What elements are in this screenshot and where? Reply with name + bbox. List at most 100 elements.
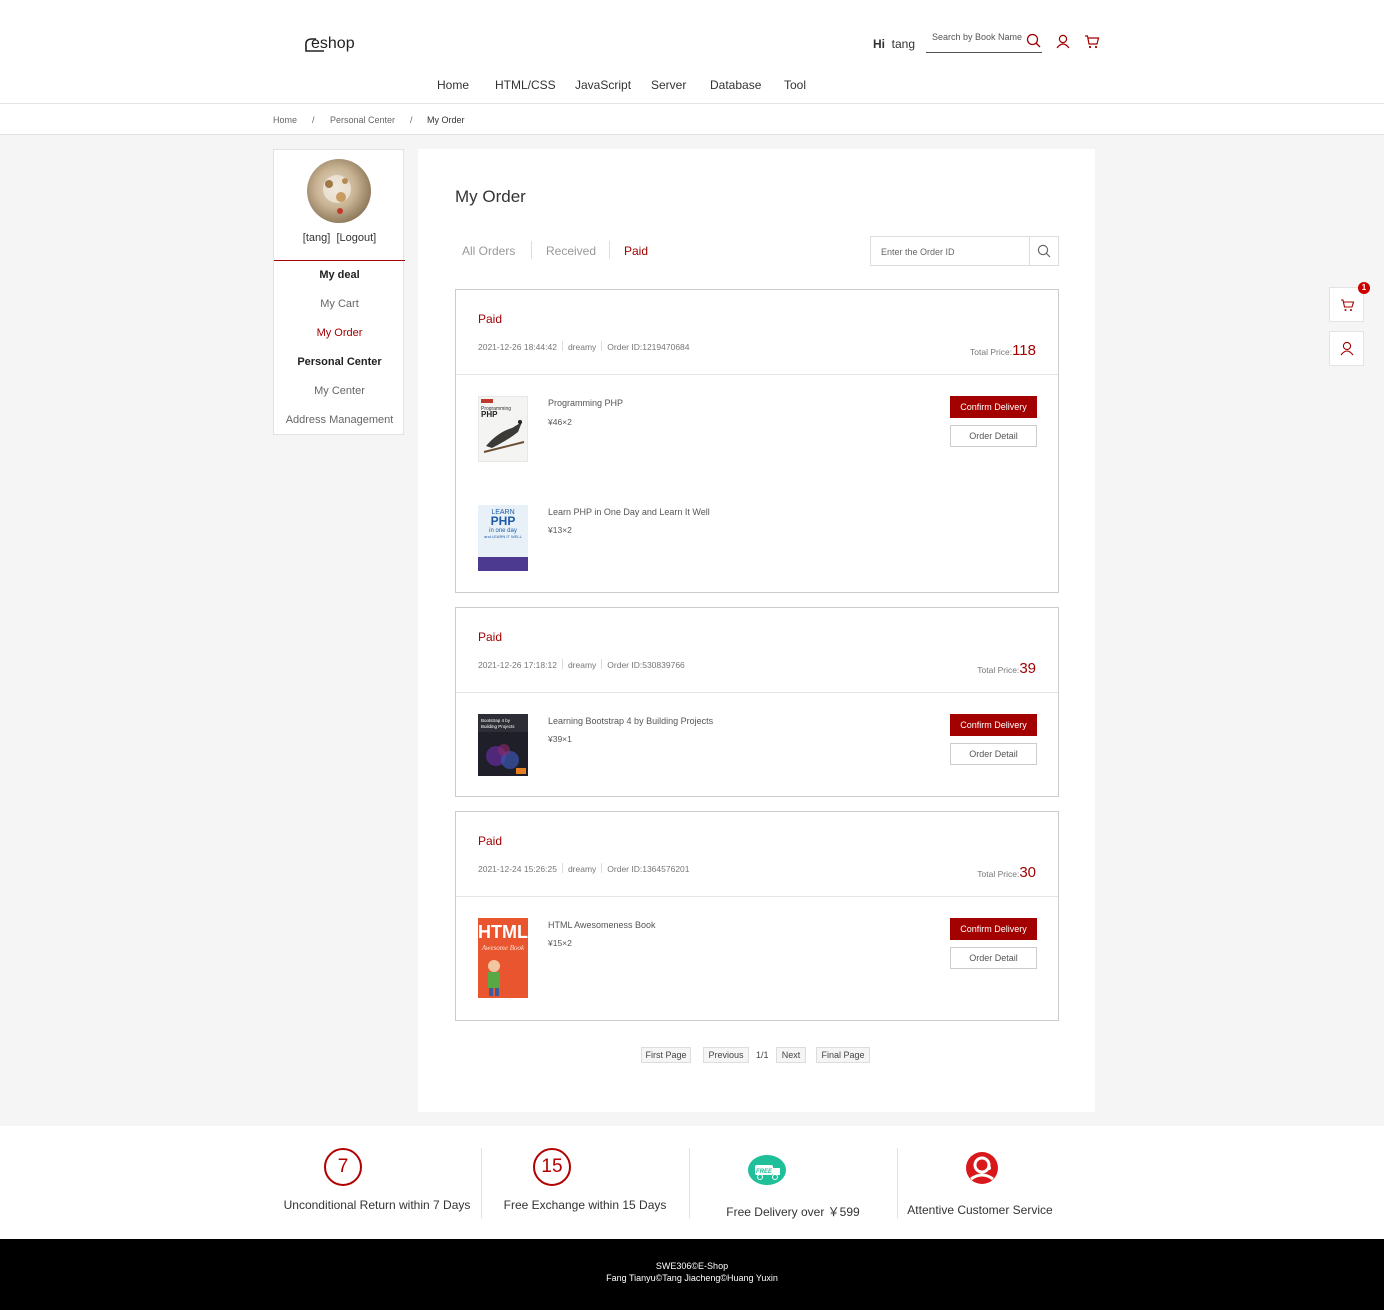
- account-sidebar: [tang] [Logout] My deal My Cart My Order…: [273, 149, 405, 435]
- site-footer: SWE306©E-Shop Fang Tianyu©Tang Jiacheng©…: [0, 1239, 1384, 1310]
- book-search-placeholder: Search by Book Name: [932, 32, 1023, 42]
- book-cover[interactable]: Bootstrap 4 by Building Projects: [478, 714, 528, 776]
- item-price: ¥15×2: [548, 938, 572, 948]
- total-label: Total Price:: [970, 347, 1013, 357]
- confirm-delivery-button[interactable]: Confirm Delivery: [950, 918, 1037, 940]
- order-search-button[interactable]: [1029, 237, 1058, 265]
- service-customer: Attentive Customer Service: [876, 1126, 1084, 1239]
- page-title: My Order: [455, 187, 526, 206]
- total-value: 118: [1012, 342, 1036, 359]
- user-icon[interactable]: [1056, 34, 1070, 49]
- nav-javascript[interactable]: JavaScript: [575, 78, 631, 92]
- greeting-prefix: Hi: [873, 37, 885, 51]
- book-cover[interactable]: LEARN PHP in one day and LEARN IT WELL: [478, 505, 528, 571]
- cart-icon[interactable]: [1084, 34, 1100, 49]
- order-id: Order ID:1364576201: [607, 864, 690, 874]
- site-header: eshop Hi tang Search by Book Name Home H…: [0, 0, 1384, 104]
- service-label: Unconditional Return within 7 Days: [283, 1198, 471, 1212]
- order-divider: [456, 374, 1058, 375]
- page-indicator: 1/1: [756, 1050, 769, 1060]
- item-title[interactable]: Learn PHP in One Day and Learn It Well: [548, 507, 710, 517]
- greeting-username[interactable]: tang: [892, 37, 915, 51]
- order-id-search-input[interactable]: Enter the Order ID: [870, 236, 1059, 266]
- svg-text:PHP: PHP: [491, 514, 516, 528]
- item-price: ¥46×2: [548, 417, 572, 427]
- nav-html-css[interactable]: HTML/CSS: [495, 78, 556, 92]
- order-id-placeholder: Enter the Order ID: [881, 247, 955, 257]
- customer-service-icon: [966, 1152, 998, 1184]
- float-cart-button[interactable]: [1329, 287, 1364, 322]
- logout-link[interactable]: [Logout]: [336, 232, 376, 244]
- svg-text:HTML: HTML: [478, 922, 528, 942]
- book-search-field[interactable]: Search by Book Name: [926, 29, 1042, 53]
- tab-all-orders[interactable]: All Orders: [462, 244, 515, 258]
- order-divider: [456, 692, 1058, 693]
- order-card: Paid 2021-12-26 18:44:42 dreamy Order ID:1…: [455, 289, 1059, 593]
- item-title[interactable]: Learning Bootstrap 4 by Building Project…: [548, 716, 713, 726]
- sidebar-divider: [274, 260, 405, 261]
- order-user: dreamy: [567, 864, 597, 874]
- item-price: ¥39×1: [548, 734, 572, 744]
- service-exchange: 15 Free Exchange within 15 Days: [481, 1126, 689, 1239]
- service-label: Free Delivery over ￥599: [726, 1205, 860, 1219]
- nav-database[interactable]: Database: [710, 78, 761, 92]
- order-total: Total Price:30: [977, 864, 1036, 881]
- svg-text:Bootstrap 4 by: Bootstrap 4 by: [481, 718, 511, 723]
- free-delivery-icon: FREE: [748, 1155, 786, 1185]
- breadcrumb-personal-center[interactable]: Personal Center: [330, 115, 395, 125]
- order-card: Paid 2021-12-26 17:18:12 dreamy Order ID:5…: [455, 607, 1059, 797]
- tab-divider: [609, 241, 610, 259]
- final-page-button[interactable]: Final Page: [816, 1047, 870, 1063]
- service-delivery: FREE Free Delivery over ￥599: [689, 1126, 897, 1239]
- order-id: Order ID:530839766: [607, 660, 685, 670]
- order-panel: My Order All Orders Received Paid Enter …: [418, 149, 1095, 1112]
- breadcrumb-home[interactable]: Home: [273, 115, 297, 125]
- order-detail-button[interactable]: Order Detail: [950, 947, 1037, 969]
- float-user-button[interactable]: [1329, 331, 1364, 366]
- confirm-delivery-button[interactable]: Confirm Delivery: [950, 714, 1037, 736]
- next-page-button[interactable]: Next: [776, 1047, 806, 1063]
- cart-count-badge: 1: [1358, 282, 1370, 294]
- breadcrumb-current: My Order: [427, 115, 465, 125]
- confirm-delivery-button[interactable]: Confirm Delivery: [950, 396, 1037, 418]
- order-detail-button[interactable]: Order Detail: [950, 425, 1037, 447]
- book-cover[interactable]: Programming PHP: [477, 395, 529, 463]
- sidebar-item-my-order[interactable]: My Order: [274, 327, 405, 339]
- tab-received[interactable]: Received: [546, 244, 596, 258]
- footer-credits: Fang Tianyu©Tang Jiacheng©Huang Yuxin: [606, 1273, 778, 1283]
- search-icon[interactable]: [1026, 33, 1041, 48]
- total-value: 30: [1019, 864, 1036, 881]
- sidebar-username[interactable]: [tang]: [303, 232, 331, 244]
- breadcrumb-separator: /: [312, 115, 315, 125]
- sidebar-item-my-cart[interactable]: My Cart: [274, 298, 405, 310]
- svg-text:and LEARN IT WELL: and LEARN IT WELL: [484, 534, 522, 539]
- sidebar-item-my-center[interactable]: My Center: [274, 385, 405, 397]
- cart-icon: [1341, 299, 1355, 311]
- order-datetime: 2021-12-24 15:26:25: [478, 864, 557, 874]
- tab-divider: [531, 241, 532, 259]
- nav-tool[interactable]: Tool: [784, 78, 806, 92]
- tab-paid[interactable]: Paid: [624, 244, 648, 258]
- book-cover[interactable]: HTML Awesome Book: [478, 918, 528, 998]
- item-price: ¥13×2: [548, 525, 572, 535]
- order-total: Total Price:39: [977, 660, 1036, 677]
- avatar: [307, 159, 371, 223]
- sidebar-user: [tang] [Logout]: [274, 232, 405, 244]
- service-label: Attentive Customer Service: [907, 1203, 1053, 1217]
- order-id: Order ID:1219470684: [607, 342, 690, 352]
- order-user: dreamy: [567, 660, 597, 670]
- item-title[interactable]: Programming PHP: [548, 398, 623, 408]
- previous-page-button[interactable]: Previous: [703, 1047, 749, 1063]
- service-return: 7 Unconditional Return within 7 Days: [273, 1126, 481, 1239]
- order-total: Total Price:118: [970, 342, 1036, 359]
- nav-home[interactable]: Home: [437, 78, 469, 92]
- first-page-button[interactable]: First Page: [641, 1047, 691, 1063]
- eshop-logo[interactable]: eshop: [302, 32, 378, 54]
- nav-server[interactable]: Server: [651, 78, 686, 92]
- sidebar-item-address-management[interactable]: Address Management: [274, 414, 405, 426]
- order-status: Paid: [478, 630, 503, 644]
- svg-text:Building Projects: Building Projects: [481, 724, 515, 729]
- order-user: dreamy: [567, 342, 597, 352]
- order-detail-button[interactable]: Order Detail: [950, 743, 1037, 765]
- item-title[interactable]: HTML Awesomeness Book: [548, 920, 656, 930]
